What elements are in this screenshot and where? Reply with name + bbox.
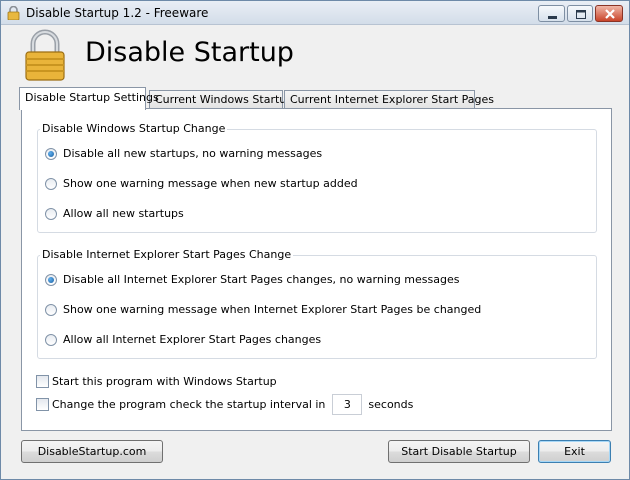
- tab-disable-startup-settings[interactable]: Disable Startup Settings: [19, 87, 159, 110]
- window-title: Disable Startup 1.2 - Freeware: [26, 6, 209, 20]
- app-heading: Disable Startup: [85, 37, 294, 68]
- tab-current-windows-startup[interactable]: Current Windows Startup: [149, 90, 293, 109]
- radio-button[interactable]: [45, 207, 57, 220]
- radio-option[interactable]: Show one warning message when Internet E…: [45, 303, 481, 316]
- title-bar[interactable]: Disable Startup 1.2 - Freeware: [1, 1, 629, 25]
- option-label: Disable all new startups, no warning mes…: [63, 147, 323, 160]
- option-label: Disable all Internet Explorer Start Page…: [63, 273, 460, 286]
- interval-unit-label: seconds: [368, 398, 414, 411]
- exit-button[interactable]: Exit: [538, 440, 611, 463]
- start-with-windows-checkbox[interactable]: [36, 375, 49, 388]
- start-with-windows-option[interactable]: Start this program with Windows Startup: [36, 375, 277, 388]
- radio-option[interactable]: Allow all Internet Explorer Start Pages …: [45, 333, 321, 346]
- option-label: Show one warning message when Internet E…: [63, 303, 482, 316]
- minimize-icon: [548, 16, 557, 19]
- radio-option[interactable]: Show one warning message when new startu…: [45, 177, 358, 190]
- check-interval-checkbox[interactable]: [36, 398, 49, 411]
- windows-startup-group: Disable Windows Startup Change Disable a…: [37, 122, 597, 233]
- ie-start-pages-group: Disable Internet Explorer Start Pages Ch…: [37, 248, 597, 359]
- option-label: Show one warning message when new startu…: [63, 177, 358, 190]
- radio-button[interactable]: [45, 333, 57, 346]
- check-interval-option[interactable]: Change the program check the startup int…: [36, 394, 413, 415]
- radio-button[interactable]: [45, 147, 57, 160]
- start-disable-startup-button[interactable]: Start Disable Startup: [388, 440, 530, 463]
- radio-button[interactable]: [45, 177, 57, 190]
- settings-panel: Disable Windows Startup Change Disable a…: [21, 108, 612, 431]
- group-label: Disable Internet Explorer Start Pages Ch…: [40, 248, 294, 261]
- group-label: Disable Windows Startup Change: [40, 122, 228, 135]
- close-icon: [605, 9, 615, 19]
- maximize-button[interactable]: [567, 5, 593, 22]
- option-label: Allow all Internet Explorer Start Pages …: [63, 333, 322, 346]
- tab-current-ie-start-pages[interactable]: Current Internet Explorer Start Pages: [284, 90, 494, 109]
- radio-button[interactable]: [45, 303, 57, 316]
- interval-input[interactable]: 3: [332, 394, 363, 415]
- minimize-button[interactable]: [538, 5, 565, 22]
- maximize-icon: [576, 10, 586, 19]
- radio-button[interactable]: [45, 273, 57, 286]
- close-button[interactable]: [595, 5, 623, 22]
- radio-option[interactable]: Allow all new startups: [45, 207, 184, 220]
- website-button[interactable]: DisableStartup.com: [21, 440, 163, 463]
- padlock-logo-icon: [25, 29, 65, 81]
- padlock-icon: [7, 6, 20, 20]
- app-window: Disable Startup 1.2 - Freeware Disable S…: [0, 0, 630, 480]
- option-label: Allow all new startups: [63, 207, 184, 220]
- radio-option[interactable]: Disable all Internet Explorer Start Page…: [45, 273, 459, 286]
- radio-option[interactable]: Disable all new startups, no warning mes…: [45, 147, 322, 160]
- option-label: Start this program with Windows Startup: [52, 375, 277, 388]
- option-label: Change the program check the startup int…: [52, 398, 326, 411]
